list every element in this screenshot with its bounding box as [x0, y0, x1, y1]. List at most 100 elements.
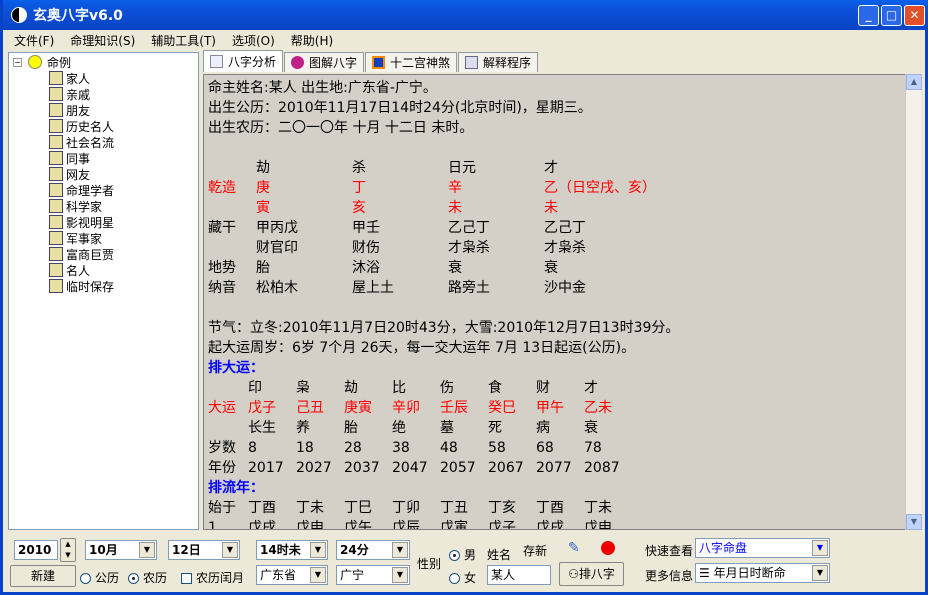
row-label: 岁数	[208, 440, 236, 456]
more-info-select[interactable]: ☰ 年月日时断命 ▼	[695, 563, 830, 583]
cell: 日元	[448, 160, 476, 176]
hour-select[interactable]: 14时未 ▼	[256, 540, 328, 560]
tree-item[interactable]: 朋友	[49, 102, 90, 118]
leap-month-checkbox[interactable]: 农历闰月	[181, 569, 244, 586]
contact-book-icon	[49, 231, 63, 245]
row-label: 藏干	[208, 220, 236, 236]
name-input[interactable]: 某人	[487, 565, 551, 585]
diagram-icon	[291, 56, 305, 69]
tree-item[interactable]: 家人	[49, 70, 90, 86]
tree-item-label: 历史名人	[66, 119, 115, 134]
tab-bazi-diagram[interactable]: 图解八字	[284, 52, 365, 72]
cell: 屋上土	[352, 280, 394, 296]
cell: 沐浴	[352, 260, 380, 276]
month-select[interactable]: 10月 ▼	[85, 540, 157, 560]
magic-wand-icon[interactable]: ✎	[568, 540, 580, 556]
cell: 长生	[248, 420, 276, 436]
province-select[interactable]: 广东省 ▼	[256, 565, 328, 585]
scroll-down-button[interactable]: ▼	[906, 514, 922, 530]
minute-value: 24分	[340, 543, 369, 557]
cell: 庚	[256, 180, 270, 196]
grid-icon	[372, 56, 386, 69]
close-button[interactable]: ✕	[904, 5, 925, 26]
cell: 庚寅	[344, 400, 372, 416]
row-label: 纳音	[208, 280, 236, 296]
new-button[interactable]: 新建	[10, 565, 76, 587]
vertical-scrollbar[interactable]: ▲ ▼	[905, 74, 922, 530]
menu-tools[interactable]: 辅助工具(T)	[143, 32, 224, 49]
tree-item[interactable]: 军事家	[49, 230, 102, 246]
menu-file[interactable]: 文件(F)	[6, 32, 62, 49]
leap-label: 农历闰月	[196, 571, 245, 585]
tab-bazi-analysis[interactable]: 八字分析	[203, 50, 284, 72]
tree-item-label: 影视明星	[66, 215, 115, 230]
main-window: 玄奥八字v6.0 _ □ ✕ 文件(F) 命理知识(S) 辅助工具(T) 选项(…	[0, 0, 928, 595]
tree-item[interactable]: 科学家	[49, 198, 102, 214]
tab-label: 解释程序	[483, 56, 532, 70]
cell: 寅	[256, 200, 270, 216]
chevron-down-icon[interactable]: ▼	[392, 542, 408, 558]
paipan-button[interactable]: ⚇排八字	[559, 562, 624, 586]
tree-item[interactable]: 命理学者	[49, 182, 114, 198]
tree-item[interactable]: 历史名人	[49, 118, 114, 134]
tree-item[interactable]: 临时保存	[49, 278, 114, 294]
day-select[interactable]: 12日 ▼	[168, 540, 240, 560]
cell: 甲丙戊	[256, 220, 298, 236]
chevron-down-icon[interactable]: ▼	[139, 542, 155, 558]
tree-item[interactable]: 富商巨贾	[49, 246, 114, 262]
cell: 松柏木	[256, 280, 298, 296]
tree-item[interactable]: 名人	[49, 262, 90, 278]
cell: 2037	[344, 460, 380, 476]
contact-book-icon	[49, 279, 63, 293]
chevron-down-icon[interactable]: ▼	[310, 567, 326, 583]
cell: 才	[584, 380, 598, 396]
minute-select[interactable]: 24分 ▼	[336, 540, 410, 560]
chevron-down-icon[interactable]: ▼	[812, 540, 828, 556]
tab-twelve-palaces[interactable]: 十二宫神煞	[365, 52, 458, 72]
case-tree[interactable]: − 命例 家人 亲戚 朋友 历史名人 社会名流 同事 网友 命理学者 科学家 影视明星 军事家 富商巨…	[8, 52, 199, 530]
menu-help[interactable]: 帮助(H)	[283, 32, 341, 49]
menu-knowledge[interactable]: 命理知识(S)	[62, 32, 143, 49]
day-value: 12日	[172, 543, 201, 557]
tree-item[interactable]: 同事	[49, 150, 90, 166]
cell: 辛	[448, 180, 462, 196]
cell: 死	[488, 420, 502, 436]
year-input[interactable]: 2010	[14, 540, 58, 560]
more-info-label: 更多信息	[645, 569, 694, 583]
row-label: 地势	[208, 260, 236, 276]
cell: 乙未	[584, 400, 612, 416]
cell: 衰	[448, 260, 462, 276]
chevron-down-icon[interactable]: ▼	[310, 542, 326, 558]
tree-root[interactable]: − 命例	[13, 54, 71, 70]
tree-item[interactable]: 亲戚	[49, 86, 90, 102]
cell: 财伤	[352, 240, 380, 256]
cell: 18	[296, 440, 314, 456]
report-text-area[interactable]: 命主姓名:某人 出生地:广东省-广宁。 出生公历：2010年11月17日14时24…	[203, 74, 906, 530]
quick-view-select[interactable]: 八字命盘 ▼	[695, 538, 830, 558]
tree-item[interactable]: 社会名流	[49, 134, 114, 150]
chevron-down-icon[interactable]: ▼	[812, 565, 828, 581]
save-new-button[interactable]: 存新	[523, 542, 547, 559]
solar-radio[interactable]: 公历	[80, 569, 119, 586]
collapse-icon[interactable]: −	[13, 57, 22, 67]
cell: 丁巳	[344, 500, 372, 516]
scroll-up-button[interactable]: ▲	[906, 74, 922, 90]
maximize-button[interactable]: □	[881, 5, 902, 26]
minimize-button[interactable]: _	[858, 5, 879, 26]
tree-item[interactable]: 网友	[49, 166, 90, 182]
tab-explain[interactable]: 解释程序	[458, 52, 539, 72]
city-select[interactable]: 广宁 ▼	[336, 565, 410, 585]
list-icon: ☰	[699, 566, 714, 580]
year-spinner[interactable]: ▲ ▼	[60, 538, 76, 562]
chevron-down-icon[interactable]: ▼	[222, 542, 238, 558]
smiley-icon	[28, 55, 42, 69]
chevron-down-icon[interactable]: ▼	[392, 567, 408, 583]
menu-options[interactable]: 选项(O)	[224, 32, 283, 49]
solar-label: 公历	[95, 571, 120, 585]
lunar-radio[interactable]: 农历	[128, 569, 167, 586]
stop-icon[interactable]	[601, 541, 615, 555]
tree-item[interactable]: 影视明星	[49, 214, 114, 230]
tree-item-label: 军事家	[66, 231, 103, 246]
female-radio[interactable]: 女	[449, 569, 476, 586]
male-radio[interactable]: 男	[449, 546, 476, 563]
